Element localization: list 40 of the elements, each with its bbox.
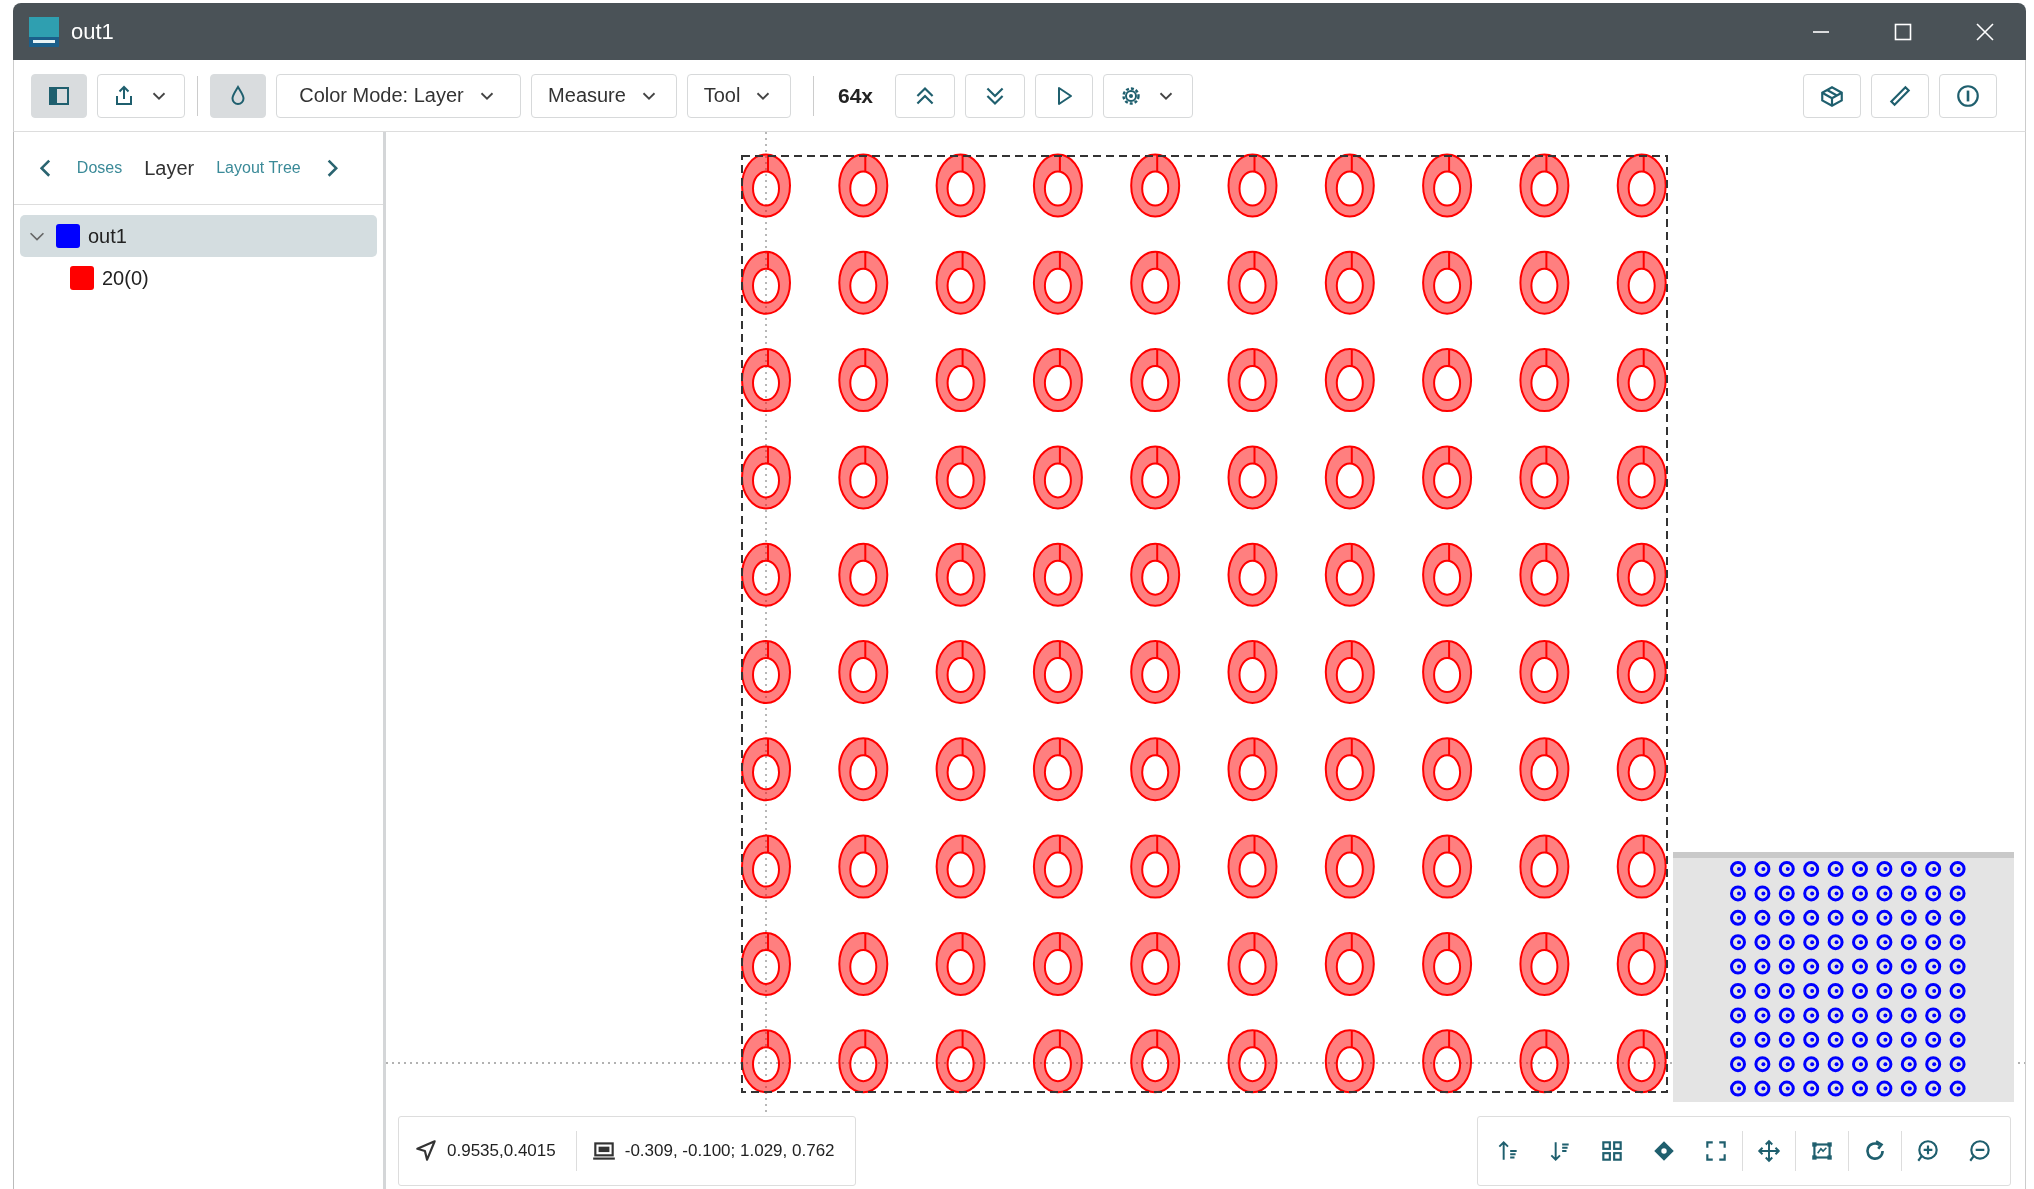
tree-item-label: 20(0) bbox=[102, 266, 149, 290]
cursor-coordinates: 0.9535,0.4015 bbox=[447, 1141, 556, 1161]
zoom-out-button[interactable] bbox=[965, 73, 1026, 118]
window-title: out1 bbox=[71, 18, 115, 45]
ruler-button[interactable] bbox=[1871, 73, 1929, 118]
app-logo-icon bbox=[29, 16, 59, 47]
sidebar-toggle-button[interactable] bbox=[31, 73, 87, 118]
info-button[interactable] bbox=[1939, 73, 1997, 118]
panel-tab[interactable]: Layer bbox=[144, 156, 195, 180]
panel-tab[interactable]: Doses bbox=[76, 159, 123, 177]
tool-dropdown[interactable]: Tool bbox=[687, 73, 791, 118]
zoom-out-icon bbox=[1967, 1138, 1993, 1164]
minimap-drawing[interactable] bbox=[1673, 852, 2014, 1102]
grid-icon bbox=[1599, 1138, 1625, 1164]
fit-to-view-icon bbox=[1703, 1138, 1729, 1164]
export-button[interactable] bbox=[97, 73, 185, 118]
color-picker-button[interactable] bbox=[210, 73, 266, 118]
move-icon bbox=[1756, 1138, 1782, 1164]
zoom-in-button[interactable] bbox=[895, 73, 956, 118]
chevron-right-icon bbox=[326, 158, 338, 178]
tree-item[interactable]: 20(0) bbox=[64, 257, 377, 299]
minimize-icon bbox=[1812, 30, 1830, 33]
settings-button[interactable] bbox=[1103, 73, 1194, 118]
chevron-left-icon bbox=[40, 158, 51, 178]
color-mode-dropdown[interactable]: Color Mode: Layer bbox=[276, 73, 521, 118]
zoom-in-icon bbox=[1915, 1138, 1941, 1164]
previous-tab-button[interactable] bbox=[40, 158, 51, 178]
close-icon bbox=[1975, 21, 1995, 42]
maximize-icon bbox=[1893, 21, 1913, 42]
zoom-level: 64x bbox=[837, 83, 875, 108]
view-bounds: -0.309, -0.100; 1.029, 0.762 bbox=[624, 1141, 835, 1161]
measure-dropdown[interactable]: Measure bbox=[531, 73, 677, 118]
tree-item-label: out1 bbox=[88, 224, 127, 248]
play-button[interactable] bbox=[1035, 73, 1094, 118]
next-tab-button[interactable] bbox=[326, 158, 338, 178]
panel-tab[interactable]: Layout Tree bbox=[216, 159, 301, 177]
cursor-icon bbox=[413, 1138, 439, 1164]
3d-view-button[interactable] bbox=[1803, 73, 1861, 118]
info-icon bbox=[1955, 82, 1981, 109]
tree-item[interactable]: out1 bbox=[20, 215, 377, 257]
